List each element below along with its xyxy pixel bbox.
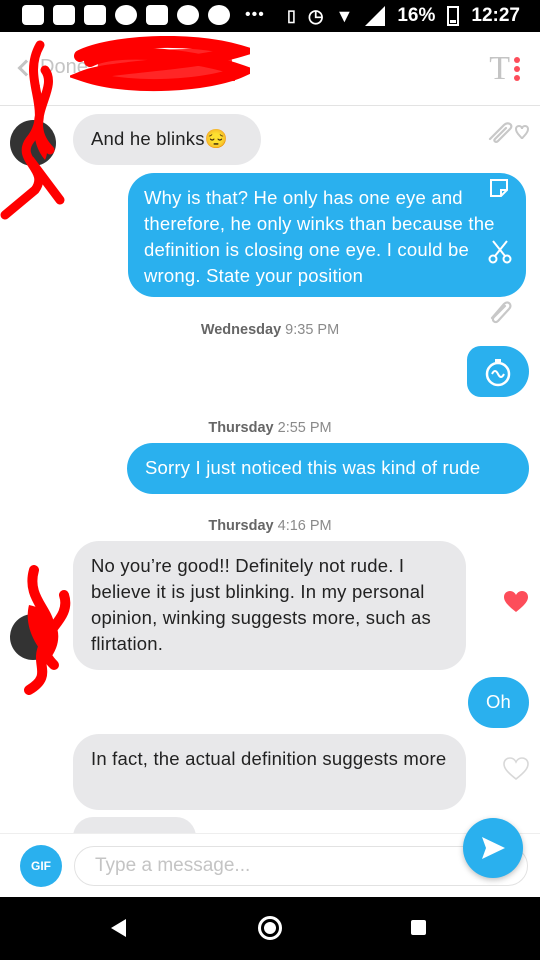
system-nav-bar bbox=[0, 897, 540, 960]
timestamp-day: Wednesday bbox=[200, 322, 282, 338]
redaction-scribble bbox=[70, 36, 250, 92]
send-icon bbox=[482, 837, 505, 859]
outgoing-message[interactable] bbox=[467, 346, 529, 397]
timestamp-day: Thursday bbox=[208, 420, 274, 436]
heart-outline-icon[interactable] bbox=[503, 757, 529, 781]
redaction-scribble bbox=[0, 40, 65, 220]
youtube-icon bbox=[84, 5, 106, 25]
message-text: And he blinks😔 bbox=[91, 128, 228, 149]
nav-home-icon[interactable] bbox=[258, 916, 282, 940]
battery-icon bbox=[447, 6, 460, 26]
menu-dots-icon bbox=[514, 57, 520, 81]
timestamp-time: 4:16 PM bbox=[277, 518, 332, 534]
timestamp: Wednesday 9:35 PM bbox=[0, 322, 540, 338]
nav-recents-icon[interactable] bbox=[411, 920, 426, 935]
alarm-icon: ◷ bbox=[307, 5, 324, 26]
wifi-icon: ▼ bbox=[335, 5, 354, 26]
incoming-message[interactable]: And he blinks😔 bbox=[73, 114, 261, 165]
timestamp-time: 2:55 PM bbox=[277, 420, 332, 436]
compose-bar: GIF Type a message... bbox=[0, 833, 540, 897]
timestamp-time: 9:35 PM bbox=[285, 322, 340, 338]
tea-icon bbox=[177, 5, 199, 25]
gif-label: GIF bbox=[31, 859, 51, 873]
status-bar: ••• ▯ ◷ ▼ 16% 12:27 bbox=[0, 0, 540, 32]
message-input-placeholder: Type a message... bbox=[95, 855, 251, 876]
more-notifications-icon: ••• bbox=[245, 6, 265, 23]
outgoing-message[interactable]: Oh bbox=[468, 677, 529, 728]
outgoing-message[interactable]: Why is that? He only has one eye and the… bbox=[128, 173, 526, 297]
scissors-icon[interactable] bbox=[487, 238, 513, 264]
nav-back-icon[interactable] bbox=[111, 919, 126, 937]
stopwatch-icon bbox=[485, 358, 511, 386]
youtube-icon bbox=[53, 5, 75, 25]
message-text: Oh bbox=[485, 691, 512, 712]
fitness-icon bbox=[146, 5, 168, 25]
send-button[interactable] bbox=[463, 818, 523, 878]
incoming-message[interactable]: In fact, the actual definition suggests … bbox=[73, 734, 466, 810]
text-format-icon: T bbox=[489, 50, 510, 87]
battery-percent: 16% bbox=[397, 5, 436, 26]
text-format-button[interactable]: T bbox=[489, 52, 520, 86]
chat-header: Done T bbox=[0, 32, 540, 106]
sticker-icon[interactable] bbox=[487, 176, 511, 200]
attach-icon[interactable] bbox=[486, 296, 514, 324]
attach-icon[interactable] bbox=[484, 117, 530, 147]
outgoing-message[interactable]: Sorry I just noticed this was kind of ru… bbox=[127, 443, 529, 494]
signal-icon bbox=[365, 6, 386, 26]
message-text: In fact, the actual definition suggests … bbox=[91, 748, 447, 769]
incoming-message[interactable]: No you’re good!! Definitely not rude. I … bbox=[73, 541, 466, 670]
vibrate-icon: ▯ bbox=[287, 8, 296, 25]
message-input[interactable]: Type a message... bbox=[74, 846, 528, 886]
message-text: Sorry I just noticed this was kind of ru… bbox=[145, 457, 481, 478]
message-text: No you’re good!! Definitely not rude. I … bbox=[91, 555, 431, 654]
gif-button[interactable]: GIF bbox=[20, 845, 62, 887]
notification-icons: ••• bbox=[22, 5, 265, 25]
message-text: Why is that? He only has one eye and the… bbox=[144, 187, 495, 286]
timestamp: Thursday 4:16 PM bbox=[0, 518, 540, 534]
heart-icon[interactable] bbox=[503, 590, 529, 614]
timestamp-day: Thursday bbox=[208, 518, 274, 534]
dribbble-icon bbox=[115, 5, 137, 25]
tea-icon bbox=[208, 5, 230, 25]
clock: 12:27 bbox=[471, 5, 520, 26]
timestamp: Thursday 2:55 PM bbox=[0, 420, 540, 436]
app-notification-icon bbox=[22, 5, 44, 25]
